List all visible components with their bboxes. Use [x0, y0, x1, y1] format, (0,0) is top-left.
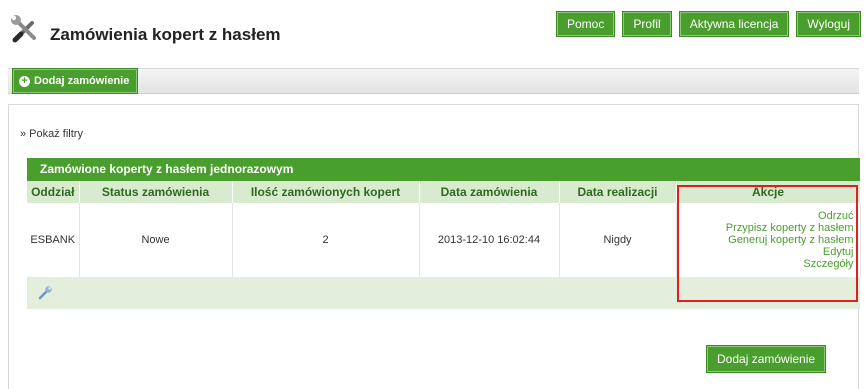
column-header-actions: Akcje	[676, 181, 861, 203]
tools-icon	[11, 15, 36, 43]
help-button[interactable]: Pomoc	[556, 11, 616, 37]
assign-envelopes-link[interactable]: Przypisz koperty z hasłem	[677, 222, 854, 234]
wrench-icon[interactable]	[37, 285, 53, 301]
toolbar: + Dodaj zamówienie	[8, 68, 859, 94]
edit-link[interactable]: Edytuj	[677, 246, 854, 258]
plus-circle-icon: +	[19, 75, 30, 87]
cell-actions: Odrzuć Przypisz koperty z hasłem Generuj…	[676, 203, 861, 277]
cell-order-date: 2013-12-10 16:02:44	[419, 203, 560, 277]
add-order-tab-button[interactable]: + Dodaj zamówienie	[12, 68, 139, 94]
add-order-button[interactable]: Dodaj zamówienie	[706, 345, 827, 373]
table-row: ESBANK Nowe 2 2013-12-10 16:02:44 Nigdy …	[27, 203, 861, 277]
column-header-branch[interactable]: Oddział	[27, 181, 80, 203]
reject-link[interactable]: Odrzuć	[677, 210, 853, 222]
orders-table: Zamówione koperty z hasłem jednorazowym …	[27, 158, 861, 309]
cell-quantity: 2	[232, 203, 420, 277]
add-order-tab-label: Dodaj zamówienie	[34, 75, 130, 87]
column-header-quantity[interactable]: Ilość zamówionych kopert	[232, 181, 420, 203]
column-header-completion-date[interactable]: Data realizacji	[559, 181, 677, 203]
table-footer-row	[27, 277, 860, 309]
table-title: Zamówione koperty z hasłem jednorazowym	[27, 158, 860, 181]
cell-completion-date: Nigdy	[559, 203, 677, 277]
generate-envelopes-link[interactable]: Generuj koperty z hasłem	[677, 234, 853, 246]
show-filters-link[interactable]: » Pokaż filtry	[20, 128, 83, 140]
cell-status: Nowe	[79, 203, 233, 277]
top-navigation: Pomoc Profil Aktywna licencja Wyloguj	[556, 11, 861, 37]
column-header-status[interactable]: Status zamówienia	[79, 181, 233, 203]
table-footer-cell	[27, 277, 860, 309]
column-header-order-date[interactable]: Data zamówienia	[419, 181, 560, 203]
page-title: Zamówienia kopert z hasłem	[50, 25, 281, 44]
cell-branch: ESBANK	[27, 203, 80, 277]
profile-button[interactable]: Profil	[622, 11, 672, 37]
table-header-row: Oddział Status zamówienia Ilość zamówion…	[27, 181, 861, 203]
details-link[interactable]: Szczegóły	[677, 258, 853, 270]
logout-button[interactable]: Wyloguj	[796, 11, 861, 37]
active-license-button[interactable]: Aktywna licencja	[678, 11, 790, 37]
